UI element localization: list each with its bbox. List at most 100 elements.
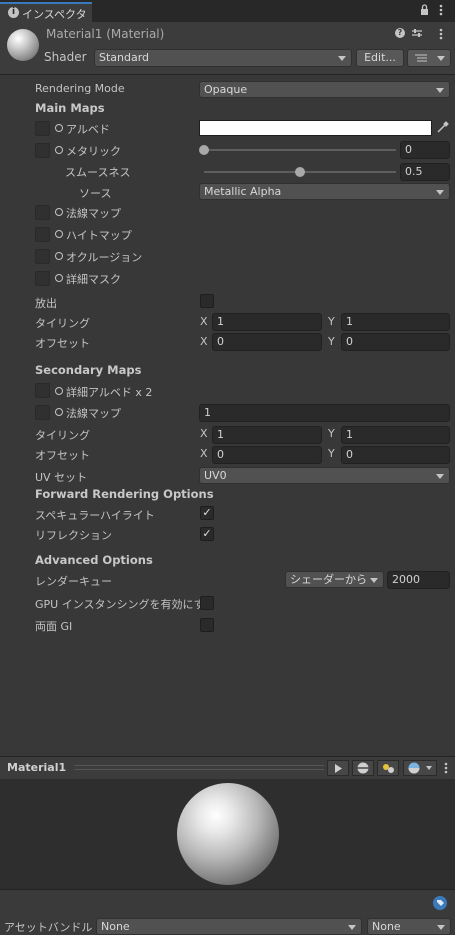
rendering-mode-value: Opaque <box>204 83 248 96</box>
edit-button[interactable]: Edit... <box>356 49 404 67</box>
preview-lighting-button[interactable] <box>377 760 399 776</box>
main-tiling-y-field[interactable]: 1 <box>341 313 450 331</box>
chevron-down-icon <box>437 925 445 930</box>
uv-set-dropdown[interactable]: UV0 <box>199 467 450 484</box>
gpu-instancing-checkbox[interactable] <box>200 596 214 610</box>
detail-mask-texture-slot[interactable] <box>35 271 50 286</box>
albedo-color-field[interactable] <box>199 120 432 136</box>
double-sided-gi-label: 両面 GI <box>35 620 73 633</box>
kebab-menu-icon[interactable] <box>439 28 443 40</box>
list-icon <box>415 54 427 62</box>
metallic-texture-slot[interactable] <box>35 143 50 158</box>
specular-highlights-checkbox[interactable]: ✓ <box>200 506 214 520</box>
reflections-label: リフレクション <box>35 529 112 542</box>
render-queue-mode: シェーダーから <box>290 573 367 586</box>
occlusion-texture-slot[interactable] <box>35 249 50 264</box>
material-sphere-icon <box>7 29 39 61</box>
tag-icon[interactable] <box>432 896 448 910</box>
preset-icon[interactable] <box>411 28 423 38</box>
metallic-value-field[interactable]: 0 <box>400 141 450 159</box>
albedo-label-text: アルベド <box>66 123 110 136</box>
albedo-texture-slot[interactable] <box>35 121 50 136</box>
height-map-texture-slot[interactable] <box>35 227 50 242</box>
object-picker-icon[interactable] <box>55 230 63 238</box>
object-picker-icon[interactable] <box>55 408 63 416</box>
detail-mask-label-text: 詳細マスク <box>66 273 121 286</box>
render-queue-dropdown[interactable]: シェーダーから <box>285 571 384 588</box>
shader-menu-button[interactable] <box>407 49 451 67</box>
detail-albedo-texture-slot[interactable] <box>35 383 50 398</box>
source-dropdown[interactable]: Metallic Alpha <box>199 183 450 200</box>
secondary-offset-x-field[interactable]: 0 <box>212 446 322 464</box>
material-title: Material1 (Material) <box>46 27 165 41</box>
preview-drag-handle[interactable] <box>74 765 324 770</box>
sphere-mesh-icon <box>357 762 369 774</box>
object-picker-icon[interactable] <box>55 208 63 216</box>
secondary-offset-x-label: X <box>200 447 208 460</box>
preview-shape-dropdown[interactable] <box>403 760 437 776</box>
object-picker-icon[interactable] <box>55 252 63 260</box>
material-preview-area[interactable] <box>0 779 455 889</box>
shader-value: Standard <box>99 51 150 64</box>
secondary-normal-label-text: 法線マップ <box>66 407 121 420</box>
normal-map-texture-slot[interactable] <box>35 205 50 220</box>
main-tiling-x-label: X <box>200 315 208 328</box>
secondary-tiling-x-field[interactable]: 1 <box>212 426 322 444</box>
height-map-label-text: ハイトマップ <box>66 229 132 242</box>
main-offset-x-field[interactable]: 0 <box>212 333 322 351</box>
uv-set-label: UV セット <box>35 471 88 484</box>
light-icon <box>383 764 394 773</box>
chevron-down-icon <box>436 190 444 195</box>
smoothness-label: スムースネス <box>65 166 131 179</box>
object-picker-icon[interactable] <box>55 146 63 154</box>
lock-icon[interactable] <box>420 4 429 15</box>
chevron-down-icon <box>436 474 444 479</box>
main-tiling-x-field[interactable]: 1 <box>212 313 322 331</box>
secondary-normal-label: 法線マップ <box>55 405 121 421</box>
chevron-down-icon <box>338 56 346 61</box>
object-picker-icon[interactable] <box>55 387 63 395</box>
emission-checkbox[interactable] <box>200 294 214 308</box>
secondary-offset-y-field[interactable]: 0 <box>341 446 450 464</box>
play-preview-button[interactable] <box>327 760 349 776</box>
object-picker-icon[interactable] <box>55 274 63 282</box>
reflections-checkbox[interactable]: ✓ <box>200 527 214 541</box>
metallic-slider-thumb[interactable] <box>199 145 209 155</box>
smoothness-slider-thumb[interactable] <box>295 167 305 177</box>
detail-albedo-label-text: 詳細アルベド x 2 <box>66 386 153 399</box>
smoothness-value-field[interactable]: 0.5 <box>400 163 450 181</box>
occlusion-label-text: オクルージョン <box>66 251 143 264</box>
main-offset-y-field[interactable]: 0 <box>341 333 450 351</box>
render-queue-value-field[interactable]: 2000 <box>387 571 450 589</box>
asset-bundle-dropdown[interactable]: None <box>96 918 362 935</box>
asset-bundle-label: アセットバンドル <box>4 921 93 934</box>
main-maps-title: Main Maps <box>35 101 105 115</box>
gpu-instancing-label: GPU インスタンシングを有効にする <box>35 598 216 611</box>
secondary-tiling-y-field[interactable]: 1 <box>341 426 450 444</box>
secondary-maps-title: Secondary Maps <box>35 363 142 377</box>
rendering-mode-label: Rendering Mode <box>35 82 125 95</box>
kebab-menu-icon[interactable] <box>439 4 443 16</box>
secondary-tiling-y-label: Y <box>328 427 335 440</box>
secondary-normal-texture-slot[interactable] <box>35 405 50 420</box>
asset-variant-dropdown[interactable]: None <box>367 918 451 935</box>
chevron-down-icon <box>437 56 445 61</box>
rendering-mode-dropdown[interactable]: Opaque <box>199 81 450 98</box>
shader-label: Shader <box>44 50 87 64</box>
detail-mask-label: 詳細マスク <box>55 271 121 287</box>
eyedropper-icon[interactable] <box>436 121 449 134</box>
tab-inspector[interactable]: i インスペクター <box>0 2 92 37</box>
secondary-tiling-label: タイリング <box>35 429 90 442</box>
metallic-slider-track[interactable] <box>204 149 396 151</box>
main-tiling-label: タイリング <box>35 317 90 330</box>
preview-mesh-button[interactable] <box>352 760 374 776</box>
double-sided-gi-checkbox[interactable] <box>200 618 214 632</box>
help-icon[interactable]: ? <box>395 28 405 38</box>
main-offset-x-label: X <box>200 335 208 348</box>
secondary-normal-scale-field[interactable]: 1 <box>199 404 450 422</box>
shader-dropdown[interactable]: Standard <box>94 49 352 67</box>
kebab-menu-icon[interactable] <box>444 762 448 774</box>
object-picker-icon[interactable] <box>55 124 63 132</box>
asset-variant-value: None <box>372 920 401 933</box>
main-offset-label: オフセット <box>35 337 90 350</box>
